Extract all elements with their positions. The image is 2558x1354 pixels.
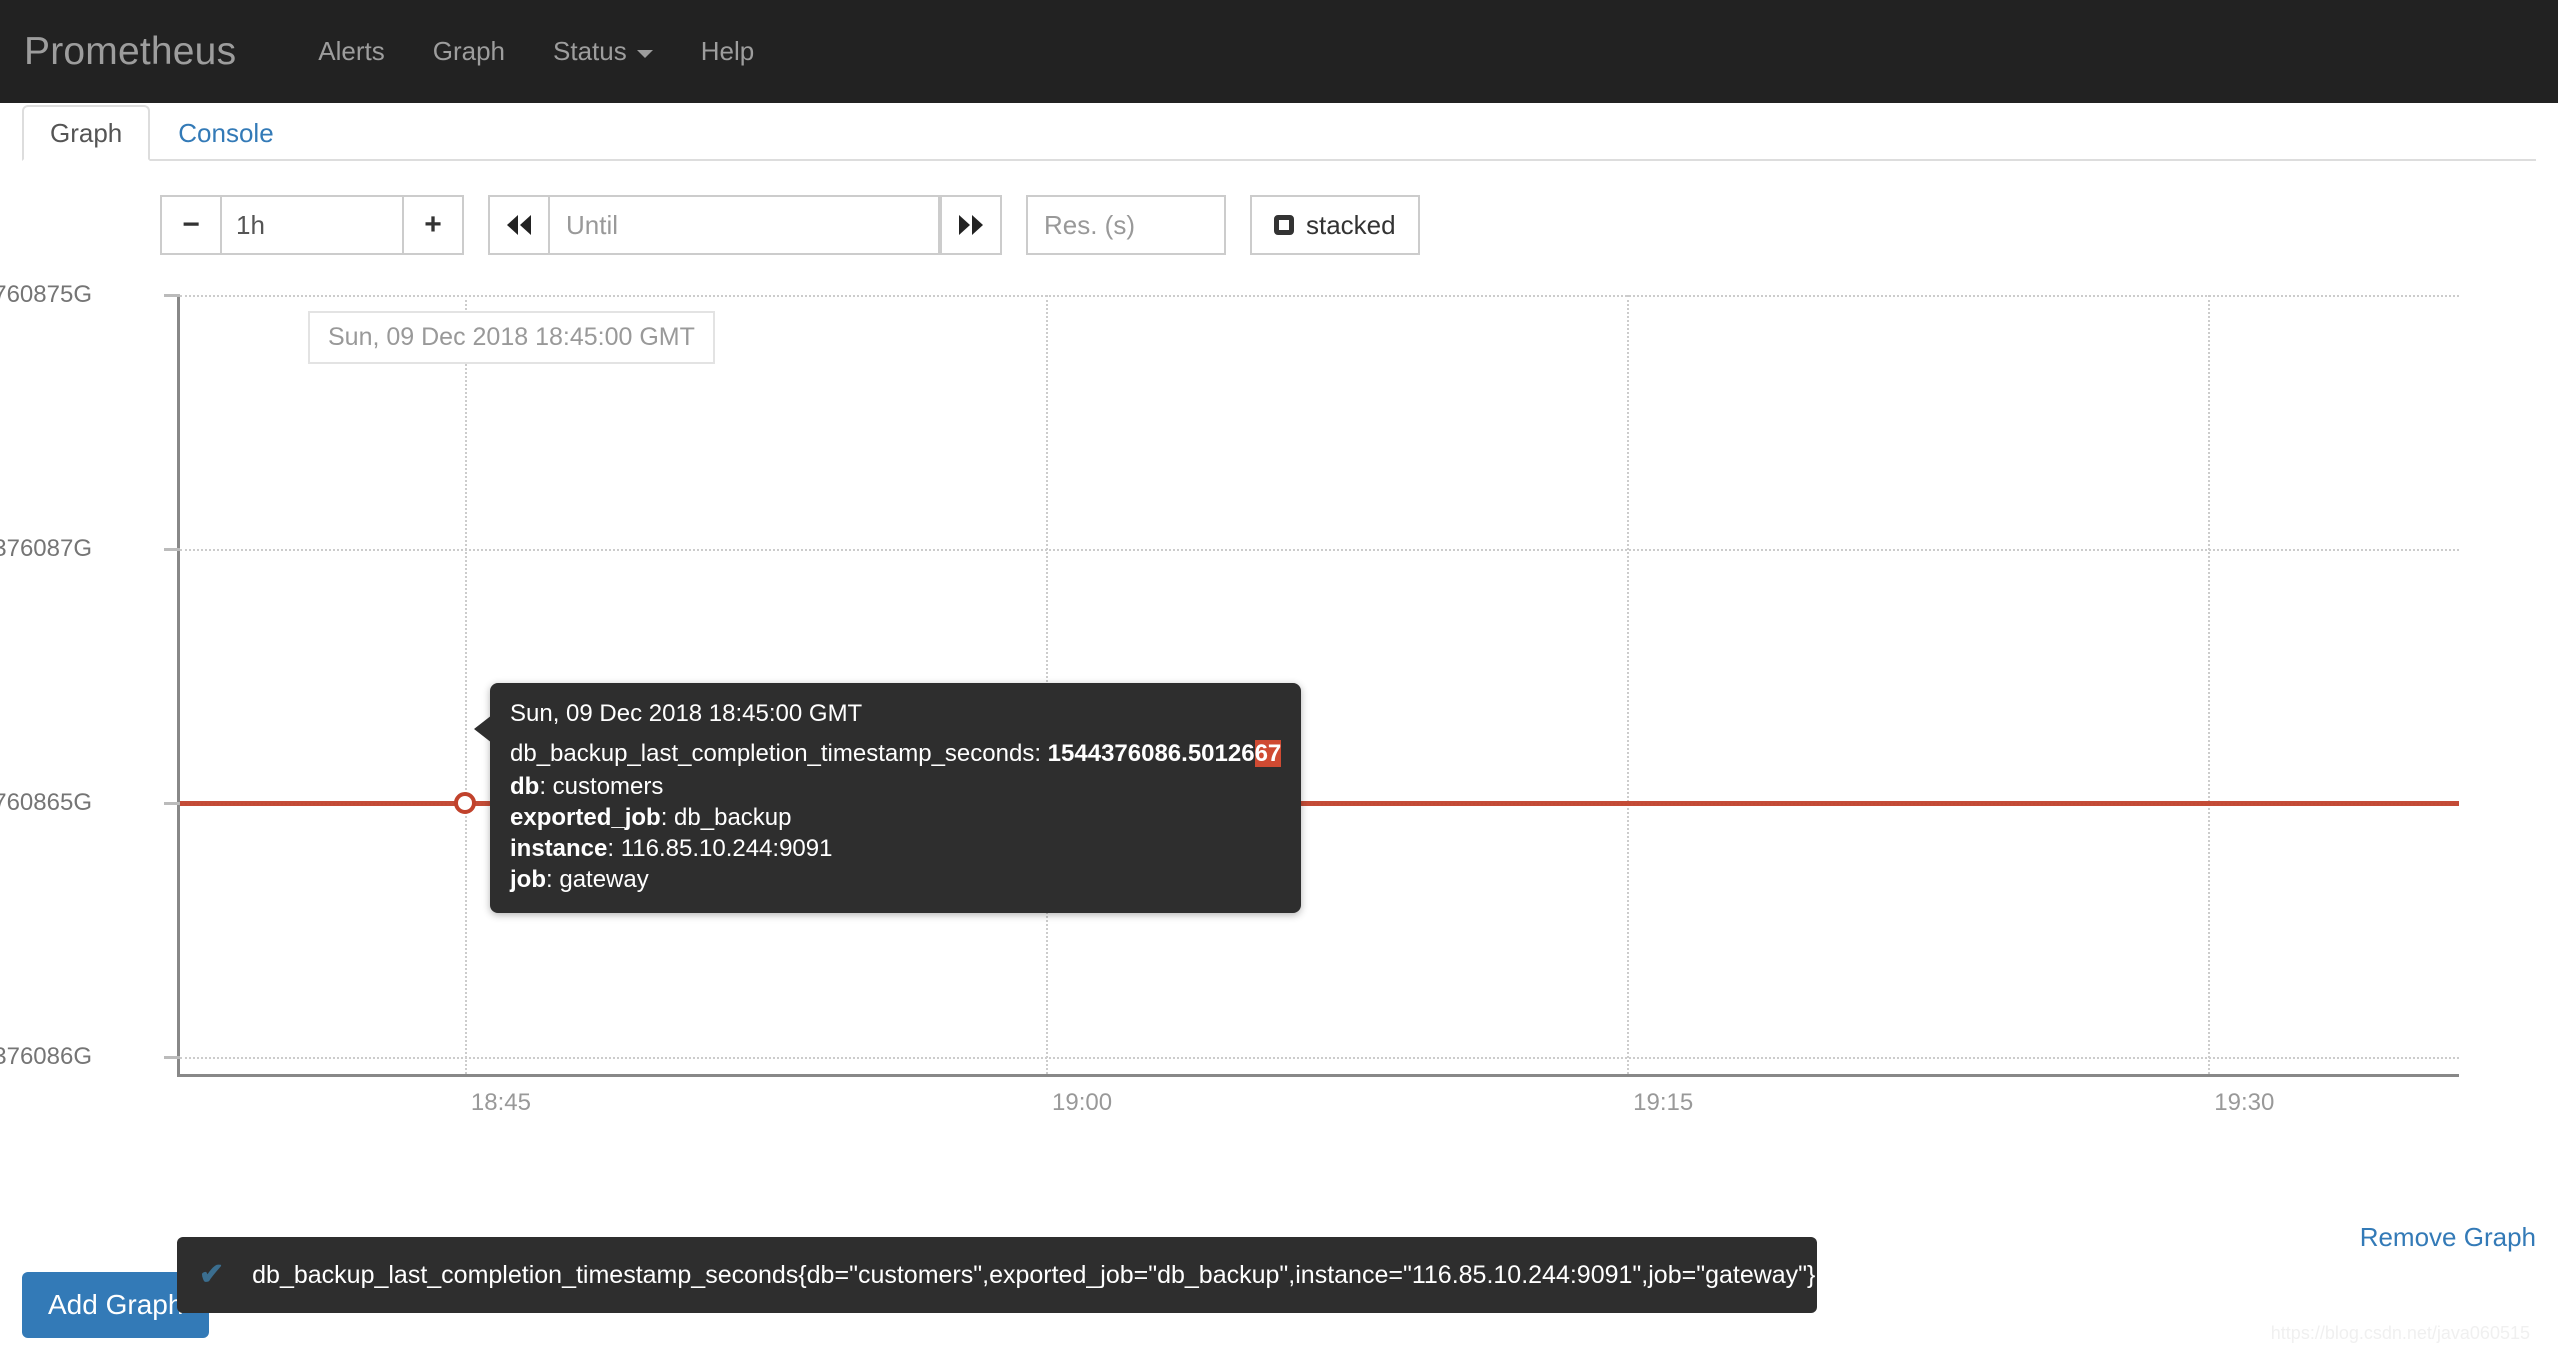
tooltip-label-key: instance	[510, 834, 608, 862]
legend-check-icon[interactable]: ✔	[199, 1260, 224, 1290]
watermark-text: https://blog.csdn.net/java060515	[2270, 1323, 2530, 1343]
nav-link-help-label: Help	[700, 36, 755, 66]
hover-point-marker	[453, 792, 476, 814]
nav-link-status[interactable]: Status	[529, 36, 677, 67]
hover-date-box: Sun, 09 Dec 2018 18:45:00 GMT	[308, 311, 715, 364]
tooltip-colon: :	[1034, 739, 1048, 767]
gridline-horizontal	[180, 295, 2459, 297]
gridline-horizontal	[180, 549, 2459, 551]
tooltip-arrow-icon	[474, 715, 492, 743]
y-axis-tick-mark	[164, 802, 180, 805]
tooltip-label-row: instance: 116.85.10.244:9091	[510, 834, 1281, 865]
tab-bar: Graph Console	[22, 105, 2536, 161]
tooltip-date: Sun, 09 Dec 2018 18:45:00 GMT	[510, 700, 863, 727]
rewind-icon	[507, 215, 531, 235]
tooltip-metric-name: db_backup_last_completion_timestamp_seco…	[510, 739, 1035, 767]
tooltip-label-sep: :	[607, 834, 621, 862]
x-axis-tick-label: 19:00	[1052, 1089, 1113, 1116]
graph-area: 1.5443760875G 1.544376087G 1.5443760865G…	[0, 281, 2536, 1313]
gridline-vertical	[1627, 295, 1630, 1074]
tooltip-label-key: exported_job	[510, 804, 661, 832]
chevron-down-icon	[636, 49, 653, 58]
range-input-group: − 1h +	[160, 195, 464, 255]
y-axis-tick-mark	[164, 1056, 180, 1059]
nav-link-graph-label: Graph	[432, 36, 506, 66]
fast-forward-icon	[959, 215, 983, 235]
until-input-group: Until	[488, 195, 1002, 255]
gridline-horizontal	[180, 1057, 2459, 1059]
tooltip-label-key: job	[510, 865, 546, 893]
brand-logo[interactable]: Prometheus	[24, 30, 236, 74]
stacked-toggle-label: stacked	[1306, 209, 1396, 240]
tooltip-label-key: db	[510, 773, 540, 801]
y-axis-tick-label: 1.544376086G	[0, 1043, 92, 1070]
x-axis-tick-label: 19:30	[2214, 1089, 2275, 1116]
nav-link-help[interactable]: Help	[677, 36, 778, 67]
tooltip-metric-value: 1544376086.50126	[1047, 739, 1255, 767]
until-input[interactable]: Until	[550, 195, 940, 255]
stacked-toggle-button[interactable]: stacked	[1250, 195, 1420, 255]
navbar: Prometheus Alerts Graph Status Help	[0, 0, 2558, 103]
tooltip-label-value: gateway	[559, 865, 649, 893]
tooltip-label-sep: :	[539, 773, 553, 801]
range-input[interactable]: 1h	[222, 195, 402, 255]
tooltip-label-sep: :	[660, 804, 675, 832]
decrease-range-button[interactable]: −	[160, 195, 222, 255]
tab-graph[interactable]: Graph	[22, 105, 151, 161]
tooltip-label-value: customers	[552, 773, 664, 801]
nav-link-graph[interactable]: Graph	[409, 36, 529, 67]
y-axis-tick-label: 1.5443760865G	[0, 789, 92, 816]
remove-graph-link[interactable]: Remove Graph	[2360, 1222, 2536, 1253]
rewind-icon-button[interactable]	[488, 195, 550, 255]
tooltip-label-value: 116.85.10.244:9091	[620, 834, 833, 862]
increase-range-button[interactable]: +	[402, 195, 464, 255]
legend-series-label[interactable]: db_backup_last_completion_timestamp_seco…	[252, 1261, 1815, 1290]
tooltip-label-row: db: customers	[510, 772, 1281, 803]
gridline-vertical	[2208, 295, 2211, 1074]
x-axis-tick-label: 18:45	[470, 1089, 531, 1116]
tooltip-metric-value-selected: 67	[1254, 739, 1282, 767]
checkbox-unchecked-icon	[1274, 215, 1294, 235]
x-axis-tick-label: 19:15	[1633, 1089, 1694, 1116]
graph-controls-toolbar: − 1h + Until Res. (s) stacked	[160, 195, 1420, 255]
tooltip-label-sep: :	[546, 865, 560, 893]
tab-console[interactable]: Console	[150, 105, 301, 161]
resolution-input[interactable]: Res. (s)	[1026, 195, 1226, 255]
graph-legend: ✔ db_backup_last_completion_timestamp_se…	[177, 1237, 1817, 1313]
tooltip-label-row: job: gateway	[510, 865, 1281, 896]
nav-link-alerts-label: Alerts	[318, 36, 385, 66]
tooltip-label-value: db_backup	[674, 804, 792, 832]
y-axis-tick-label: 1.544376087G	[0, 535, 92, 562]
tooltip-metric-row: db_backup_last_completion_timestamp_seco…	[510, 739, 1282, 770]
nav-link-status-label: Status	[553, 36, 627, 66]
series-tooltip: Sun, 09 Dec 2018 18:45:00 GMT db_backup_…	[474, 683, 1302, 914]
gridline-vertical	[464, 295, 467, 1074]
nav-link-alerts[interactable]: Alerts	[294, 36, 408, 67]
forward-icon-button[interactable]	[940, 195, 1002, 255]
graph-panel: − 1h + Until Res. (s) stacked 760875G 76…	[0, 163, 2536, 1313]
y-axis-tick-mark	[164, 548, 180, 551]
y-axis-tick-mark	[164, 294, 180, 297]
tooltip-label-row: exported_job: db_backup	[510, 803, 1281, 834]
y-axis-tick-label: 1.5443760875G	[0, 281, 92, 308]
